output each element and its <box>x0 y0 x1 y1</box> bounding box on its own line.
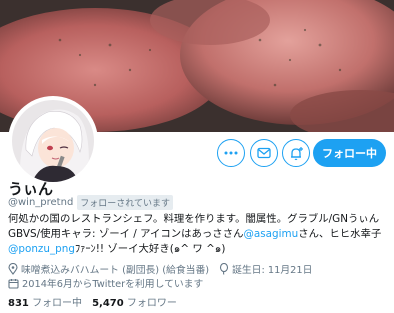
bio-line: 何処かの国のレストランシェフ。料理を作ります。闇属性。グラブル/GNうぃん <box>8 213 380 225</box>
following-label: フォロー中 <box>32 298 83 309</box>
bio-line: @ponzu_pngﾌｧｰﾝ!! ゾーイ大好き(๑^ ワ ^๑) <box>8 242 392 257</box>
bio-text: GBVS/使用キャラ: ゾーイ / アイコンはあっささん <box>8 228 244 240</box>
location-text: 味噌煮込みバハムート (副団長) (給食当番) <box>21 265 210 276</box>
profile-page: フォロー中 うぃん @win_pretnd フォローされています 何処かの国のレ… <box>0 0 394 313</box>
message-button[interactable] <box>250 139 278 167</box>
handle-row: @win_pretnd フォローされています <box>8 195 174 210</box>
calendar-icon <box>8 278 19 289</box>
avatar-image <box>12 100 94 182</box>
bell-plus-icon <box>290 146 303 160</box>
envelope-icon <box>257 147 271 159</box>
more-dots-icon <box>224 151 238 155</box>
location-pin-icon <box>8 263 18 275</box>
avatar[interactable] <box>8 96 98 186</box>
followers-label: フォロワー <box>126 298 177 309</box>
followers-count: 5,470 <box>92 298 124 309</box>
following-count-link[interactable]: 831 フォロー中 <box>8 294 82 309</box>
joined-text: 2014年6月からTwitterを利用しています <box>22 279 204 290</box>
follow-counts: 831 フォロー中 5,470 フォロワー <box>8 294 177 309</box>
following-count: 831 <box>8 298 29 309</box>
notifications-button[interactable] <box>282 139 310 167</box>
follows-you-badge: フォローされています <box>77 195 174 210</box>
followers-count-link[interactable]: 5,470 フォロワー <box>92 294 177 309</box>
birthday-text: 誕生日: 11月21日 <box>232 265 313 276</box>
bio-text: ﾌｧｰﾝ!! ゾーイ大好き(๑^ ワ ^๑) <box>74 243 226 255</box>
bio-line: GBVS/使用キャラ: ゾーイ / アイコンはあっささん@asagimuさん、ヒ… <box>8 227 392 242</box>
bio-text: さん、ヒヒ水幸子 <box>298 228 382 240</box>
mention-link[interactable]: @ponzu_png <box>8 243 75 255</box>
profile-bio: 何処かの国のレストランシェフ。料理を作ります。闇属性。グラブル/GNうぃん GB… <box>8 212 392 257</box>
mention-link[interactable]: @asagimu <box>243 228 298 240</box>
following-button[interactable]: フォロー中 <box>313 139 386 167</box>
user-handle: @win_pretnd <box>8 197 74 208</box>
balloon-icon <box>220 263 229 275</box>
profile-joined-row: 2014年6月からTwitterを利用しています <box>8 276 203 290</box>
more-options-button[interactable] <box>217 139 245 167</box>
profile-meta-row: 味噌煮込みバハムート (副団長) (給食当番) 誕生日: 11月21日 <box>8 262 312 276</box>
